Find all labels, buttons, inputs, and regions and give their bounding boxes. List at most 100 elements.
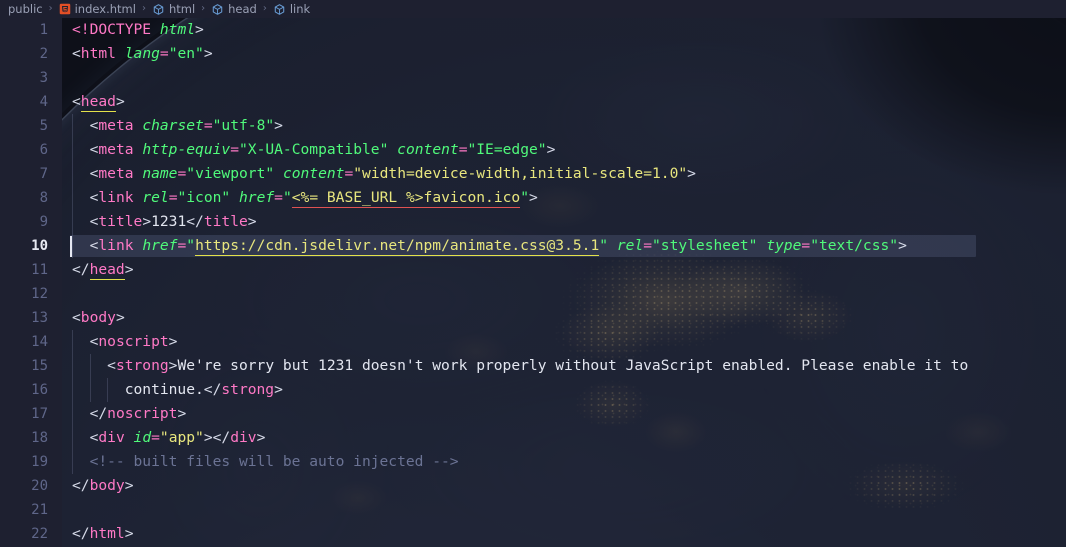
line-number: 4 (39, 94, 48, 110)
line-number: 6 (39, 142, 48, 158)
token-quote: " (599, 237, 609, 254)
token-tag: html (80, 45, 116, 62)
line-number: 1 (39, 22, 48, 38)
token-close-lt: </ (212, 429, 231, 446)
code-line[interactable]: 12 (0, 282, 1066, 306)
code-line[interactable]: 20 </body> (0, 474, 1066, 498)
breadcrumb-separator: › (48, 3, 53, 14)
code-line[interactable]: 1 <!DOCTYPE html> (0, 18, 1066, 42)
token-quote: " (186, 237, 196, 254)
line-content: continue.</strong> (62, 378, 1066, 402)
token-gt: > (687, 165, 696, 182)
token-eq: = (151, 429, 160, 446)
code-line[interactable]: 16 continue.</strong> (0, 378, 1066, 402)
code-editor[interactable]: 1 <!DOCTYPE html> 2 <html lang="en"> 3 4… (0, 18, 1066, 547)
code-line[interactable]: 6 <meta http-equiv="X-UA-Compatible" con… (0, 138, 1066, 162)
symbol-cube-icon (152, 3, 165, 16)
line-content: <div id="app"></div> (62, 426, 1066, 450)
token-attr: rel (616, 237, 644, 254)
token-gt: > (203, 45, 213, 62)
token-attr: content (282, 165, 345, 182)
token-string: "en" (168, 45, 204, 62)
line-content: <meta http-equiv="X-UA-Compatible" conte… (62, 138, 1066, 162)
token-string: "viewport" (186, 165, 275, 182)
code-line[interactable]: 4 <head> (0, 90, 1066, 114)
token-close-tag: strong (221, 381, 275, 398)
line-content: <!-- built files will be auto injected -… (62, 450, 1066, 474)
token-gt: > (142, 213, 152, 230)
code-line-active[interactable]: 10 <link href="https://cdn.jsdelivr.net/… (0, 234, 1066, 258)
token-gt: > (203, 429, 213, 446)
token-quote: " (520, 189, 529, 206)
token-eq: = (203, 117, 213, 134)
token-tag: meta (98, 117, 134, 134)
line-content: <meta charset="utf-8"> (62, 114, 1066, 138)
line-content: <noscript> (62, 330, 1066, 354)
line-number: 2 (39, 46, 48, 62)
breadcrumb-item-public[interactable]: public (7, 2, 44, 16)
token-string: "icon" (177, 189, 231, 206)
code-line[interactable]: 9 <title>1231</title> (0, 210, 1066, 234)
token-eq: = (344, 165, 354, 182)
code-line[interactable]: 5 <meta charset="utf-8"> (0, 114, 1066, 138)
token-gt: > (247, 213, 257, 230)
code-line[interactable]: 21 (0, 498, 1066, 522)
line-content: <body> (62, 306, 1066, 330)
line-number: 13 (31, 310, 48, 326)
token-gt: > (124, 261, 134, 278)
token-lt: < (107, 357, 116, 374)
line-number: 14 (31, 334, 48, 350)
token-tag: link (98, 237, 134, 254)
code-line[interactable]: 19 <!-- built files will be auto injecte… (0, 450, 1066, 474)
token-attr: href (142, 237, 178, 254)
token-url-link[interactable]: https://cdn.jsdelivr.net/npm/animate.css… (195, 237, 600, 256)
token-doctype: <!DOCTYPE (72, 21, 152, 38)
token-tag-matched: head (89, 261, 125, 280)
token-close-tag: body (89, 477, 125, 494)
line-content: <head> (62, 90, 1066, 114)
line-content: <title>1231</title> (62, 210, 1066, 234)
code-line[interactable]: 18 <div id="app"></div> (0, 426, 1066, 450)
code-line[interactable]: 3 (0, 66, 1066, 90)
breadcrumb-separator: › (141, 3, 146, 14)
breadcrumb-item-head[interactable]: head (210, 2, 258, 16)
token-doctype-name: html (159, 21, 196, 38)
code-line[interactable]: 8 <link rel="icon" href="<%= BASE_URL %>… (0, 186, 1066, 210)
line-content: <html lang="en"> (62, 42, 1066, 66)
line-number: 20 (31, 478, 48, 494)
token-close-lt: </ (72, 261, 90, 278)
breadcrumb-item-index-html[interactable]: index.html (58, 2, 137, 16)
code-line[interactable]: 7 <meta name="viewport" content="width=d… (0, 162, 1066, 186)
line-number-active: 10 (31, 238, 48, 254)
token-lt: < (72, 309, 81, 326)
token-url-underlined[interactable]: <%= BASE_URL %>favicon.ico (291, 189, 521, 208)
token-gt: > (115, 309, 125, 326)
breadcrumb-item-link[interactable]: link (272, 2, 311, 16)
code-line[interactable]: 13 <body> (0, 306, 1066, 330)
code-line[interactable]: 2 <html lang="en"> (0, 42, 1066, 66)
breadcrumb-item-html[interactable]: html (151, 2, 196, 16)
token-gt: > (168, 333, 178, 350)
code-line[interactable]: 15 <strong>We're sorry but 1231 doesn't … (0, 354, 1066, 378)
line-content: <link href="https://cdn.jsdelivr.net/npm… (62, 234, 1066, 258)
token-tag: noscript (98, 333, 169, 350)
line-content (62, 498, 1066, 522)
line-number: 18 (31, 430, 48, 446)
code-line[interactable]: 11 </head> (0, 258, 1066, 282)
breadcrumb-separator: › (201, 3, 206, 14)
code-line[interactable]: 14 <noscript> (0, 330, 1066, 354)
token-gt: > (529, 189, 538, 206)
token-close-tag: noscript (107, 405, 178, 422)
code-line[interactable]: 22 </html> (0, 522, 1066, 546)
token-close-tag: div (230, 429, 257, 446)
code-line[interactable]: 17 </noscript> (0, 402, 1066, 426)
line-content: </noscript> (62, 402, 1066, 426)
token-eq: = (274, 189, 283, 206)
token-string: "text/css" (810, 237, 899, 254)
token-gt: > (898, 237, 907, 254)
symbol-cube-icon (211, 3, 224, 16)
token-close-tag: html (89, 525, 125, 542)
